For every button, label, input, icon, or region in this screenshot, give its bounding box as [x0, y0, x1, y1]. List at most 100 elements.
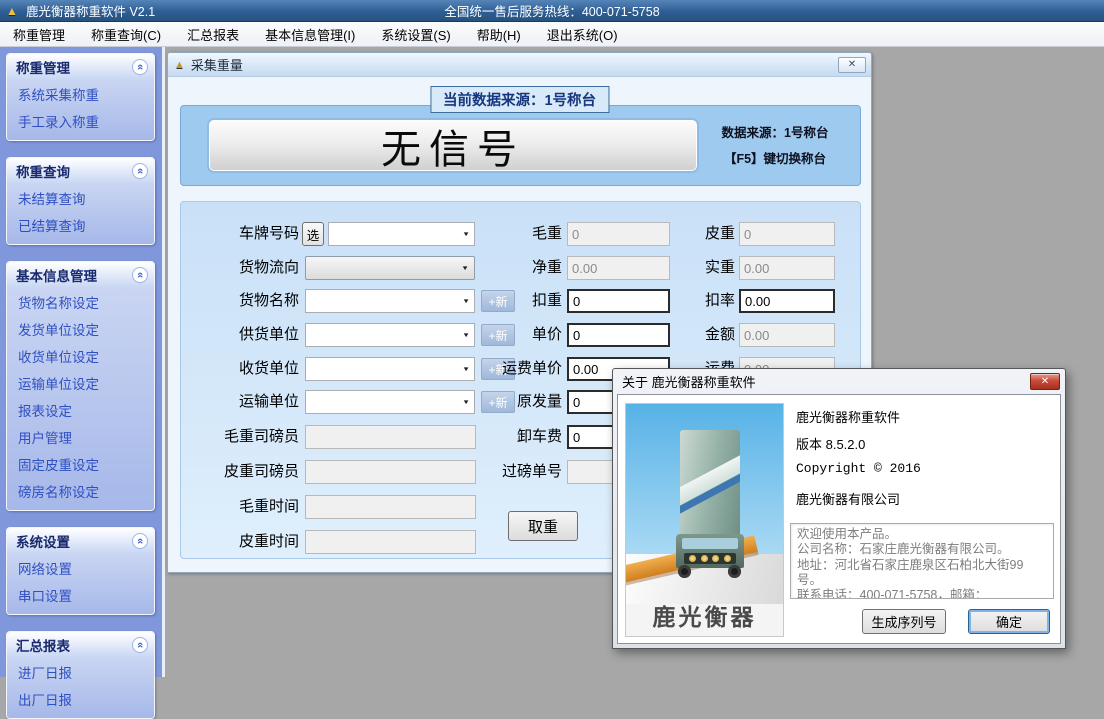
unload-fee-label: 卸车费 [477, 424, 562, 450]
generate-serial-button[interactable]: 生成序列号 [862, 609, 946, 634]
sidebar-item-fixed-tare-setting[interactable]: 固定皮重设定 [7, 452, 154, 479]
menu-base-info[interactable]: 基本信息管理(I) [252, 22, 368, 47]
sidebar-item-serial-port-settings[interactable]: 串口设置 [7, 583, 154, 610]
signal-panel: 无信号 数据来源：1号称台 【F5】键切换称台 [180, 105, 861, 186]
sidebar-item-receiver-unit-setting[interactable]: 收货单位设定 [7, 344, 154, 371]
gross-weight-label: 毛重 [477, 221, 562, 247]
original-qty-label: 原发量 [477, 389, 562, 415]
nav-header-weigh-manage[interactable]: 称重管理 « [7, 54, 154, 80]
collapse-chevron-icon[interactable]: « [132, 59, 148, 75]
about-company: 鹿光衡器有限公司 [796, 489, 900, 508]
unit-price-label: 单价 [477, 322, 562, 348]
amount-label: 金额 [645, 322, 735, 348]
collapse-chevron-icon[interactable]: « [132, 533, 148, 549]
truck-scale-image: 鹿光衡器 [625, 403, 784, 637]
gross-time-label: 毛重时间 [193, 494, 299, 520]
nav-section-base-info: 基本信息管理 « 货物名称设定 发货单位设定 收货单位设定 运输单位设定 报表设… [6, 261, 155, 511]
take-weight-button[interactable]: 取重 [508, 511, 578, 541]
dialog-close-button[interactable]: ✕ [1030, 373, 1060, 390]
app-logo-icon: ▲ [4, 3, 20, 19]
nav-header-summary-report[interactable]: 汇总报表 « [7, 632, 154, 658]
sidebar-item-report-setting[interactable]: 报表设定 [7, 398, 154, 425]
menu-bar: 称重管理 称重查询(C) 汇总报表 基本信息管理(I) 系统设置(S) 帮助(H… [0, 22, 1104, 47]
menu-exit[interactable]: 退出系统(O) [534, 22, 631, 47]
nav-section-weigh-query: 称重查询 « 未结算查询 已结算查询 [6, 157, 155, 245]
about-dialog-body: 鹿光衡器 鹿光衡器称重软件 版本 8.5.2.0 Copyright © 201… [617, 394, 1061, 644]
nav-header-weigh-query[interactable]: 称重查询 « [7, 158, 154, 184]
tare-weight-label: 皮重 [645, 221, 735, 247]
close-icon: ✕ [848, 59, 856, 70]
menu-help[interactable]: 帮助(H) [464, 22, 534, 47]
nav-header-label: 称重管理 [16, 57, 70, 77]
collapse-chevron-icon[interactable]: « [132, 637, 148, 653]
collect-weight-titlebar[interactable]: ▲ 采集重量 ✕ [168, 53, 871, 77]
tare-time-label: 皮重时间 [193, 529, 299, 555]
truck-trailer [680, 430, 740, 536]
sidebar-nav: 称重管理 « 系统采集称重 手工录入称重 称重查询 « 未结算查询 已结算查询 … [0, 47, 165, 677]
actual-weight-label: 实重 [645, 255, 735, 281]
sidebar-item-unsettled-query[interactable]: 未结算查询 [7, 186, 154, 213]
window-logo-icon: ▲ [174, 59, 185, 71]
weight-display: 无信号 [207, 118, 699, 173]
about-copyright: Copyright © 2016 [796, 461, 921, 476]
source-info: 数据来源：1号称台 【F5】键切换称台 [700, 120, 850, 172]
about-dialog-titlebar[interactable]: 关于 鹿光衡器称重软件 ✕ [613, 369, 1065, 394]
nav-header-base-info[interactable]: 基本信息管理 « [7, 262, 154, 288]
menu-weigh-manage[interactable]: 称重管理 [0, 22, 78, 47]
nav-header-system-settings[interactable]: 系统设置 « [7, 528, 154, 554]
collapse-chevron-icon[interactable]: « [132, 267, 148, 283]
nav-header-label: 系统设置 [16, 531, 70, 551]
window-title: 采集重量 [191, 55, 243, 74]
nav-section-summary-report: 汇总报表 « 进厂日报 出厂日报 [6, 631, 155, 719]
nav-header-label: 基本信息管理 [16, 265, 97, 285]
hotline-text: 全国统一售后服务热线：400-071-5758 [0, 1, 1104, 20]
freight-price-label: 运费单价 [477, 356, 562, 382]
sidebar-item-goods-name-setting[interactable]: 货物名称设定 [7, 290, 154, 317]
nav-section-system-settings: 系统设置 « 网络设置 串口设置 [6, 527, 155, 615]
sidebar-item-transport-unit-setting[interactable]: 运输单位设定 [7, 371, 154, 398]
ok-button[interactable]: 确定 [968, 609, 1050, 634]
close-icon: ✕ [1041, 376, 1049, 387]
menu-weigh-query[interactable]: 称重查询(C) [78, 22, 174, 47]
sidebar-item-outbound-daily-report[interactable]: 出厂日报 [7, 687, 154, 714]
truck-wheel [728, 565, 741, 578]
nav-header-label: 汇总报表 [16, 635, 70, 655]
sidebar-item-settled-query[interactable]: 已结算查询 [7, 213, 154, 240]
collapse-chevron-icon[interactable]: « [132, 163, 148, 179]
company-info-box: 欢迎使用本产品。 公司名称：石家庄鹿光衡器有限公司。 地址：河北省石家庄鹿泉区石… [790, 523, 1054, 599]
truck-image-caption: 鹿光衡器 [626, 598, 783, 632]
source-info-line1: 数据来源：1号称台 [700, 120, 850, 146]
sidebar-item-user-manage[interactable]: 用户管理 [7, 425, 154, 452]
sidebar-item-manual-entry-weigh[interactable]: 手工录入称重 [7, 109, 154, 136]
weigh-ticket-no-label: 过磅单号 [477, 459, 562, 485]
source-info-line2: 【F5】键切换称台 [700, 146, 850, 172]
deduct-weight-label: 扣重 [477, 288, 562, 314]
gross-time-field[interactable] [305, 495, 476, 519]
menu-summary-report[interactable]: 汇总报表 [174, 22, 252, 47]
about-dialog: 关于 鹿光衡器称重软件 ✕ 鹿光衡器 鹿光衡器称重软件 版本 8.5.2.0 C… [612, 368, 1066, 649]
tare-weight-field[interactable] [739, 222, 835, 246]
amount-field[interactable] [739, 323, 835, 347]
sidebar-item-network-settings[interactable]: 网络设置 [7, 556, 154, 583]
deduct-rate-field[interactable] [739, 289, 835, 313]
app-titlebar: ▲ 鹿光衡器称重软件 V2.1 全国统一售后服务热线：400-071-5758 [0, 0, 1104, 22]
nav-section-weigh-manage: 称重管理 « 系统采集称重 手工录入称重 [6, 53, 155, 141]
sidebar-item-weighhouse-name-setting[interactable]: 磅房名称设定 [7, 479, 154, 506]
menu-system-settings[interactable]: 系统设置(S) [368, 22, 463, 47]
sidebar-item-inbound-daily-report[interactable]: 进厂日报 [7, 660, 154, 687]
data-source-banner: 当前数据来源：1号称台 [430, 86, 609, 113]
deduct-rate-label: 扣率 [645, 288, 735, 314]
actual-weight-field[interactable] [739, 256, 835, 280]
truck-cab [676, 534, 744, 568]
about-version: 版本 8.5.2.0 [796, 434, 865, 453]
about-dialog-title: 关于 鹿光衡器称重软件 [622, 372, 756, 391]
sidebar-item-system-collect-weigh[interactable]: 系统采集称重 [7, 82, 154, 109]
app-title: 鹿光衡器称重软件 V2.1 [26, 1, 155, 20]
sidebar-item-sender-unit-setting[interactable]: 发货单位设定 [7, 317, 154, 344]
truck-wheel [678, 565, 691, 578]
nav-header-label: 称重查询 [16, 161, 70, 181]
tare-time-field[interactable] [305, 530, 476, 554]
net-weight-label: 净重 [477, 255, 562, 281]
about-product-name: 鹿光衡器称重软件 [796, 407, 900, 426]
window-close-button[interactable]: ✕ [838, 57, 866, 73]
